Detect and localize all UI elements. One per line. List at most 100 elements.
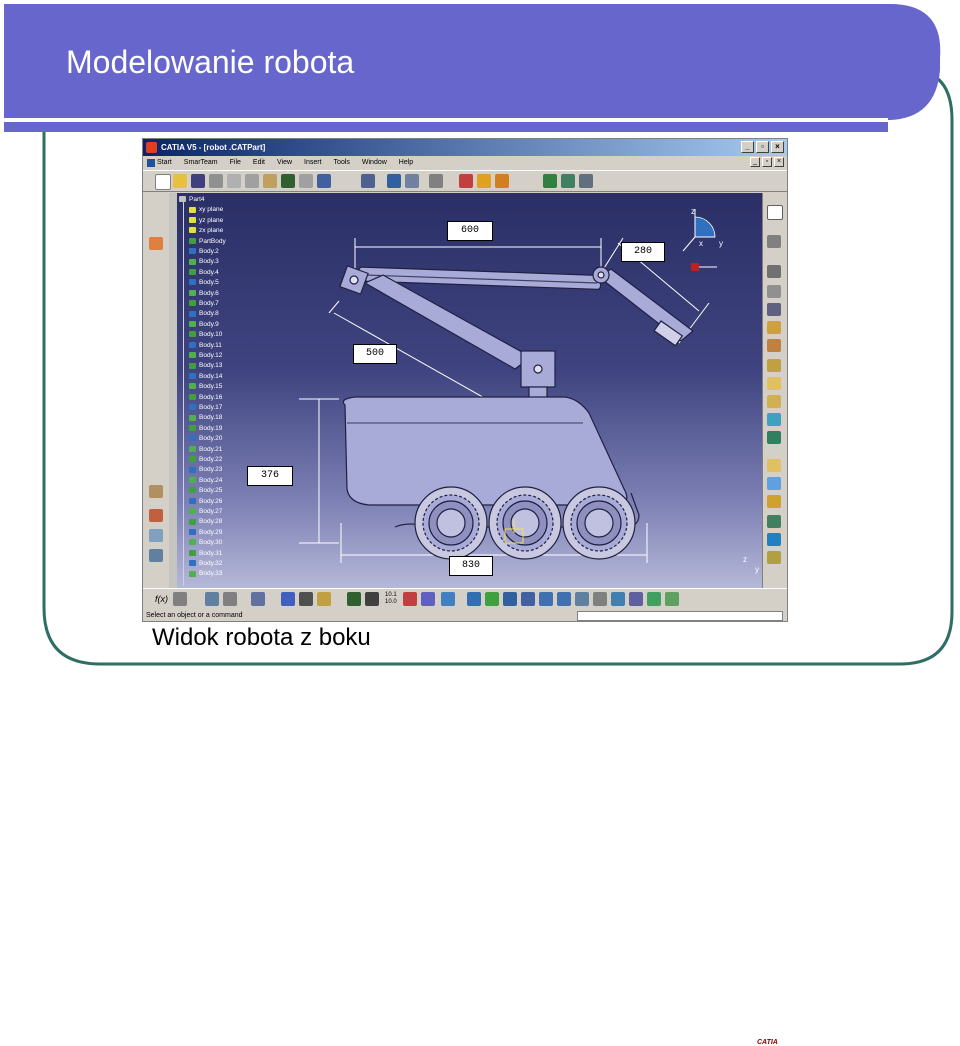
catia-window: CATIA V5 - [robot .CATPart] _ ▫ × Start … bbox=[142, 138, 788, 1046]
dimension-upper-arm: 600 bbox=[447, 221, 493, 241]
select-arrow-icon[interactable] bbox=[149, 237, 163, 250]
fit-all-in-icon[interactable] bbox=[485, 592, 499, 606]
compass-y-label: y bbox=[719, 239, 723, 248]
doc-maximize-button[interactable]: ▫ bbox=[762, 157, 772, 167]
fit-all-icon[interactable] bbox=[281, 592, 295, 606]
cut-icon[interactable] bbox=[227, 174, 241, 188]
redo-icon[interactable] bbox=[299, 174, 313, 188]
print-icon[interactable] bbox=[209, 174, 223, 188]
window-titlebar: CATIA V5 - [robot .CATPart] _ ▫ × bbox=[143, 139, 787, 156]
minimize-button[interactable]: _ bbox=[741, 141, 754, 153]
new-icon[interactable] bbox=[155, 174, 171, 190]
constraint-icon[interactable] bbox=[477, 174, 491, 188]
chamfer-icon[interactable] bbox=[767, 413, 781, 426]
settings-gear-icon[interactable] bbox=[767, 235, 781, 248]
dimension-body-length: 830 bbox=[449, 556, 493, 576]
shaft-icon[interactable] bbox=[767, 303, 781, 316]
knowledge-icon[interactable] bbox=[579, 174, 593, 188]
window-title: CATIA V5 - [robot .CATPart] bbox=[161, 143, 266, 152]
menu-edit[interactable]: Edit bbox=[247, 156, 271, 169]
menu-file[interactable]: File bbox=[224, 156, 247, 169]
view-toolbar: f(x) 10.1 10.0 CATIA bbox=[143, 588, 787, 1046]
thickness-icon[interactable] bbox=[767, 477, 781, 490]
command-input[interactable] bbox=[577, 611, 783, 621]
groove-icon[interactable] bbox=[767, 321, 781, 334]
print-preview-icon[interactable] bbox=[251, 592, 265, 606]
save-icon[interactable] bbox=[191, 174, 205, 188]
compass-tool-icon[interactable] bbox=[387, 174, 401, 188]
rotate-icon[interactable] bbox=[521, 592, 535, 606]
measure-between-icon[interactable] bbox=[403, 592, 417, 606]
close-button[interactable]: × bbox=[771, 141, 784, 153]
apply-material-icon[interactable] bbox=[441, 592, 455, 606]
pad-icon[interactable] bbox=[767, 265, 781, 278]
copy-object-icon[interactable] bbox=[205, 592, 219, 606]
hide-show-icon[interactable] bbox=[647, 592, 661, 606]
doc-close-button[interactable]: × bbox=[774, 157, 784, 167]
axis-system-icon[interactable] bbox=[767, 551, 781, 564]
catalog-icon[interactable] bbox=[561, 174, 575, 188]
menu-tools[interactable]: Tools bbox=[328, 156, 356, 169]
dimension-lower-arm: 500 bbox=[353, 344, 397, 364]
snap-icon[interactable] bbox=[361, 174, 375, 188]
menu-insert[interactable]: Insert bbox=[298, 156, 328, 169]
axis-y-label: y bbox=[755, 565, 759, 574]
boolean-icon[interactable] bbox=[149, 529, 163, 542]
paste-icon[interactable] bbox=[263, 174, 277, 188]
lock-icon[interactable] bbox=[317, 592, 331, 606]
copy-icon[interactable] bbox=[245, 174, 259, 188]
shell-icon[interactable] bbox=[767, 459, 781, 472]
zoom-in-icon[interactable] bbox=[539, 592, 553, 606]
open-icon[interactable] bbox=[173, 174, 187, 188]
swap-space-icon[interactable] bbox=[665, 592, 679, 606]
left-toolbar bbox=[143, 193, 169, 588]
select-icon[interactable] bbox=[429, 174, 443, 188]
transform-icon[interactable] bbox=[149, 549, 163, 562]
sketch-icon[interactable] bbox=[767, 205, 783, 220]
whats-this-icon[interactable] bbox=[317, 174, 331, 188]
draft-icon[interactable] bbox=[767, 431, 781, 444]
shading-icon[interactable] bbox=[629, 592, 643, 606]
menu-help[interactable]: Help bbox=[393, 156, 419, 169]
hole-icon[interactable] bbox=[767, 339, 781, 352]
slot-icon[interactable] bbox=[767, 377, 781, 390]
measure-icon[interactable] bbox=[459, 174, 473, 188]
normal-view-icon[interactable] bbox=[575, 592, 589, 606]
pan-icon[interactable] bbox=[299, 592, 313, 606]
analysis-icon[interactable] bbox=[495, 174, 509, 188]
catalog-browser-icon[interactable] bbox=[223, 592, 237, 606]
mirror-icon[interactable] bbox=[767, 515, 781, 528]
rib-icon[interactable] bbox=[767, 359, 781, 372]
formula-icon[interactable] bbox=[543, 174, 557, 188]
formula-button[interactable]: f(x) bbox=[155, 594, 168, 604]
insert-body-icon[interactable] bbox=[149, 509, 163, 522]
zoom-out-icon[interactable] bbox=[557, 592, 571, 606]
pattern-icon[interactable] bbox=[767, 533, 781, 546]
fly-icon[interactable] bbox=[467, 592, 481, 606]
comment-icon[interactable] bbox=[173, 592, 187, 606]
menu-view[interactable]: View bbox=[271, 156, 298, 169]
menu-window[interactable]: Window bbox=[356, 156, 393, 169]
doc-minimize-button[interactable]: _ bbox=[750, 157, 760, 167]
axis-icon[interactable] bbox=[365, 592, 379, 606]
pan-view-icon[interactable] bbox=[503, 592, 517, 606]
pocket-icon[interactable] bbox=[767, 285, 781, 298]
materials-icon[interactable] bbox=[421, 592, 435, 606]
axis-z-label: z bbox=[743, 555, 747, 564]
maximize-button[interactable]: ▫ bbox=[756, 141, 769, 153]
dimension-forearm: 280 bbox=[621, 242, 665, 262]
3d-viewport[interactable]: Part4 xy plane yz plane zx plane PartBody Bod… bbox=[169, 193, 763, 588]
update-icon[interactable] bbox=[347, 592, 361, 606]
compass-x-label: x bbox=[699, 239, 703, 248]
fillet-icon[interactable] bbox=[767, 395, 781, 408]
menu-smarteam[interactable]: SmarTeam bbox=[178, 156, 224, 169]
menu-start[interactable]: Start bbox=[143, 156, 178, 169]
iso-view-icon[interactable] bbox=[611, 592, 625, 606]
multi-view-icon[interactable] bbox=[593, 592, 607, 606]
undo-icon[interactable] bbox=[281, 174, 295, 188]
catia-app-icon bbox=[146, 142, 157, 153]
split-icon[interactable] bbox=[767, 495, 781, 508]
dimension-body-height: 376 bbox=[247, 466, 293, 486]
grid-icon[interactable] bbox=[405, 174, 419, 188]
body-icon[interactable] bbox=[149, 485, 163, 498]
